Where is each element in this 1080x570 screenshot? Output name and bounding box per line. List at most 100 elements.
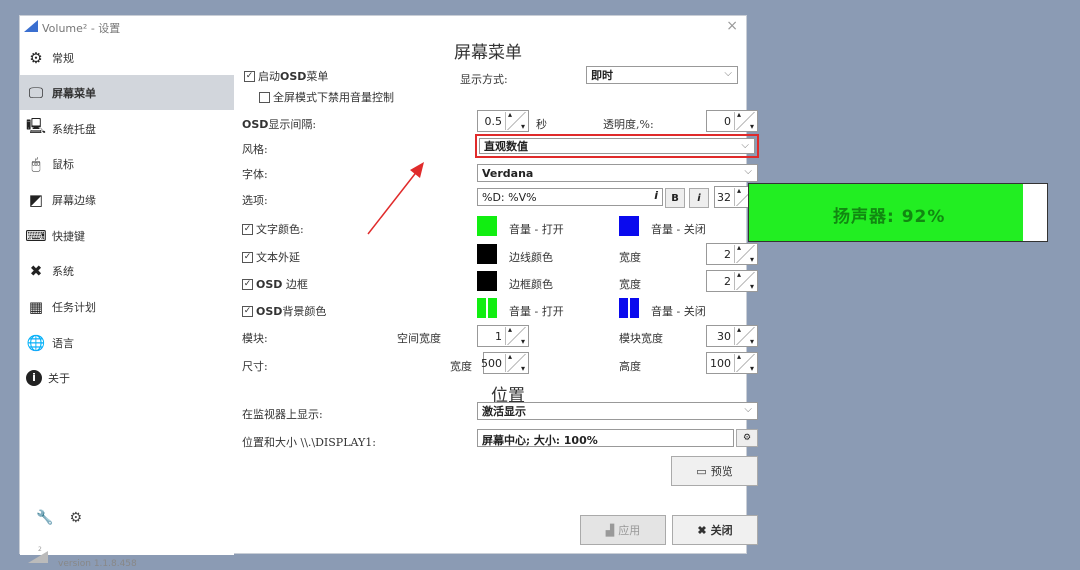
block-width-spinner[interactable]: 30 <box>706 325 758 347</box>
monitor-select[interactable]: 激活显示 ⌵ <box>477 402 758 420</box>
outline-width-label: 宽度 <box>619 251 641 264</box>
edge-color-swatch[interactable] <box>477 244 497 264</box>
spacing-spinner[interactable]: 1 <box>477 325 529 347</box>
sidebar-item-label: 任务计划 <box>52 300 96 314</box>
size-width-spinner[interactable]: 500 <box>481 352 529 374</box>
spinner-arrows-icon[interactable] <box>505 110 527 131</box>
format-hint-icon: i <box>654 189 658 202</box>
border-color-swatch[interactable] <box>477 271 497 291</box>
apply-button[interactable]: ▟ 应用 <box>580 515 666 545</box>
checkmark-icon: ✓ <box>242 305 253 317</box>
sidebar-item-osd[interactable]: 🖵 屏幕菜单 <box>20 75 234 110</box>
sidebar-item-label: 屏幕菜单 <box>52 86 96 100</box>
sidebar-item-about[interactable]: i 关于 <box>20 360 234 395</box>
enable-osd-suffix: 菜单 <box>306 70 329 83</box>
spinner-arrows-icon[interactable] <box>734 270 756 291</box>
pos-size-prefix: 屏幕中心; 大小: <box>482 434 564 447</box>
style-label: 风格: <box>242 143 268 156</box>
opacity-label: 透明度,%: <box>603 118 654 131</box>
style-value: 直观数值 <box>484 140 528 153</box>
spinner-arrows-icon[interactable] <box>734 325 756 346</box>
sidebar-item-language[interactable]: 🌐 语言 <box>20 325 234 360</box>
settings-window: Volume² - 设置 × ⚙ 常规 🖵 屏幕菜单 🖳 系统托盘 🖱 鼠标 ◩… <box>19 15 759 569</box>
sidebar-item-hotkeys[interactable]: ⌨ 快捷键 <box>20 218 234 253</box>
osd-interval-text: 显示间隔: <box>268 118 317 131</box>
size-height-spinner[interactable]: 100 <box>706 352 758 374</box>
style-select[interactable]: 直观数值 ⌵ <box>475 134 759 158</box>
fullscreen-disable-checkbox[interactable]: 全屏模式下禁用音量控制 <box>259 89 394 105</box>
monitor-icon: 🖵 <box>28 83 44 102</box>
border-width-spinner[interactable]: 2 <box>706 270 758 292</box>
text-color-label: 文字颜色: <box>256 223 304 236</box>
bold-button[interactable]: B <box>665 188 685 208</box>
osd-bg-checkbox[interactable]: ✓ OSD背景颜色 <box>242 303 326 319</box>
size-width-label: 宽度 <box>450 360 472 373</box>
close-label: 关闭 <box>710 524 733 537</box>
monitor-label: 在监视器上显示: <box>242 408 323 421</box>
size-width-value: 500 <box>481 357 502 370</box>
text-color-off-swatch[interactable] <box>619 216 639 236</box>
display-mode-select[interactable]: 即时 ⌵ <box>586 66 738 84</box>
outline-width-spinner[interactable]: 2 <box>706 243 758 265</box>
checkmark-icon: ✓ <box>244 70 255 82</box>
vol-on-label: 音量 - 打开 <box>509 223 564 236</box>
sidebar-item-screen-edge[interactable]: ◩ 屏幕边缘 <box>20 182 234 217</box>
format-input[interactable]: %D: %V% i <box>477 188 663 206</box>
screen-edge-icon: ◩ <box>28 190 44 209</box>
opacity-spinner[interactable]: 0 <box>706 110 758 132</box>
sidebar-item-mouse[interactable]: 🖱 鼠标 <box>20 146 234 181</box>
checkbox-empty <box>259 91 270 103</box>
sidebar-item-general[interactable]: ⚙ 常规 <box>20 40 234 75</box>
sidebar-item-system[interactable]: ✖ 系统 <box>20 253 234 288</box>
spinner-arrows-icon[interactable] <box>505 352 527 373</box>
osd-preview: 扬声器: 92% <box>748 183 1048 242</box>
spinner-arrows-icon[interactable] <box>734 352 756 373</box>
osd-settings-panel: 屏幕菜单 ✓ 启动OSD菜单 全屏模式下禁用音量控制 显示方式: 即时 ⌵ OS… <box>234 38 759 555</box>
sidebar-item-scheduler[interactable]: ▦ 任务计划 <box>20 289 234 324</box>
pos-size-field[interactable]: 屏幕中心; 大小: 100% <box>477 429 734 447</box>
wrench-icon[interactable]: 🔧 <box>36 510 53 526</box>
spinner-arrows-icon[interactable] <box>505 325 527 346</box>
close-button[interactable]: ✖ 关闭 <box>672 515 758 545</box>
bg-on-swatch-right[interactable] <box>488 298 497 318</box>
preview-icon: ▭ <box>696 464 707 478</box>
position-gear-icon[interactable]: ⚙ <box>736 429 758 447</box>
fullscreen-disable-label: 全屏模式下禁用音量控制 <box>273 91 394 104</box>
sidebar-item-tray[interactable]: 🖳 系统托盘 <box>20 111 234 146</box>
display-mode-value: 即时 <box>591 69 613 82</box>
sidebar-item-label: 语言 <box>52 336 74 350</box>
interval-spinner[interactable]: 0.5 <box>477 110 529 132</box>
preview-button[interactable]: ▭ 预览 <box>671 456 758 486</box>
enable-osd-checkbox[interactable]: ✓ 启动OSD菜单 <box>244 68 328 84</box>
text-color-on-swatch[interactable] <box>477 216 497 236</box>
close-x-icon: ✖ <box>697 523 707 537</box>
bg-off-swatch-left[interactable] <box>619 298 628 318</box>
size-height-value: 100 <box>710 357 731 370</box>
interval-unit: 秒 <box>536 118 547 131</box>
italic-button[interactable]: i <box>689 188 709 208</box>
osd-border-checkbox[interactable]: ✓ OSD 边框 <box>242 276 308 292</box>
text-color-checkbox[interactable]: ✓ 文字颜色: <box>242 221 304 237</box>
spacing-label: 空间宽度 <box>397 332 441 345</box>
bg-vol-on-label: 音量 - 打开 <box>509 305 564 318</box>
osd-interval-label: OSD显示间隔: <box>242 116 316 132</box>
bg-off-swatch-right[interactable] <box>630 298 639 318</box>
font-size-value: 32 <box>717 191 731 204</box>
bg-on-swatch-left[interactable] <box>477 298 486 318</box>
sidebar-item-label: 常规 <box>52 51 74 65</box>
opacity-value: 0 <box>724 115 731 128</box>
sidebar: ⚙ 常规 🖵 屏幕菜单 🖳 系统托盘 🖱 鼠标 ◩ 屏幕边缘 ⌨ 快捷键 ✖ 系… <box>20 38 234 569</box>
text-outline-checkbox[interactable]: ✓ 文本外延 <box>242 249 300 265</box>
chevron-down-icon: ⌵ <box>744 404 752 415</box>
font-value: Verdana <box>482 166 534 180</box>
edge-color-label: 边线颜色 <box>509 251 553 264</box>
spinner-arrows-icon[interactable] <box>734 110 756 131</box>
font-select[interactable]: Verdana ⌵ <box>477 164 758 182</box>
display-mode-label: 显示方式: <box>460 73 508 86</box>
close-icon[interactable]: × <box>726 18 738 34</box>
info-icon: i <box>26 369 42 386</box>
globe-icon: 🌐 <box>26 333 46 352</box>
settings-small-icon[interactable]: ⚙ <box>69 510 82 526</box>
spinner-arrows-icon[interactable] <box>734 243 756 264</box>
size-label: 尺寸: <box>242 360 268 373</box>
